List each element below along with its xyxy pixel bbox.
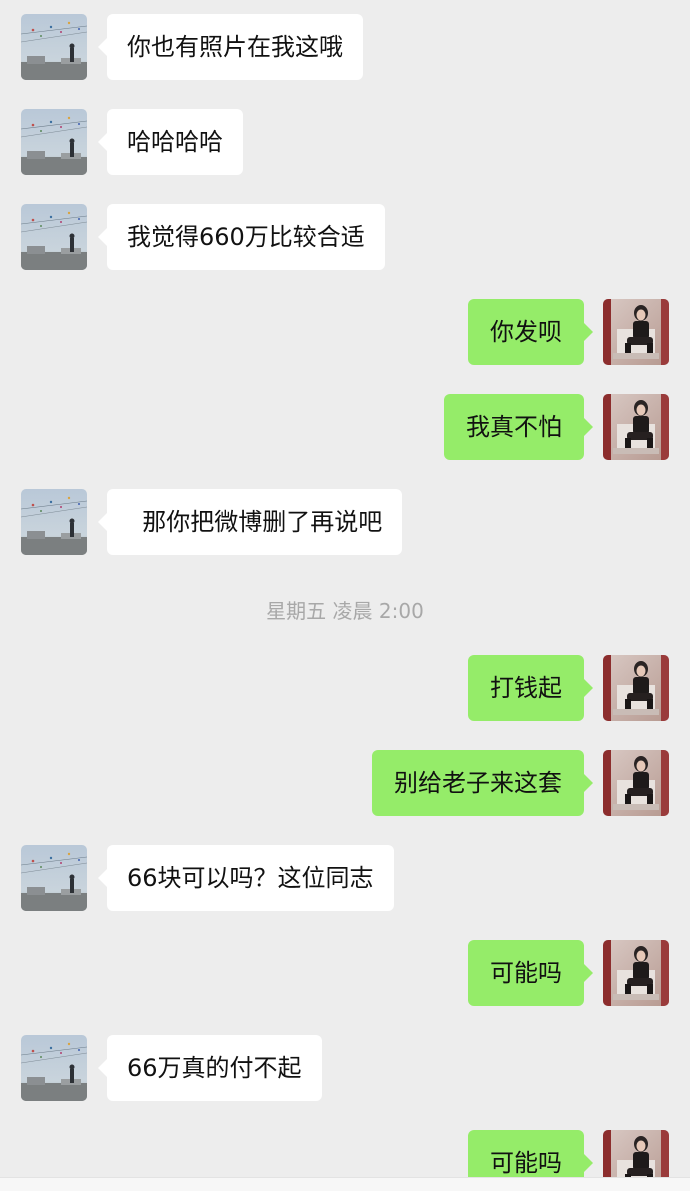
incoming-message: 那你把微博删了再说吧 xyxy=(0,489,690,555)
my-avatar[interactable] xyxy=(603,299,669,365)
input-bar-edge xyxy=(0,1177,690,1191)
my-avatar[interactable] xyxy=(603,940,669,1006)
message-bubble[interactable]: 我真不怕 xyxy=(444,394,593,460)
outgoing-message: 别给老子来这套 xyxy=(0,750,690,816)
message-bubble[interactable]: 别给老子来这套 xyxy=(372,750,593,816)
incoming-message: 66块可以吗？这位同志 xyxy=(0,845,690,911)
outgoing-message: 可能吗 xyxy=(0,940,690,1006)
my-avatar[interactable] xyxy=(603,750,669,816)
outgoing-message: 打钱起 xyxy=(0,655,690,721)
message-bubble[interactable]: 你发呗 xyxy=(468,299,593,365)
message-bubble[interactable]: 我觉得660万比较合适 xyxy=(98,204,385,270)
message-bubble[interactable]: 你也有照片在我这哦 xyxy=(98,14,363,80)
message-bubble[interactable]: 打钱起 xyxy=(468,655,593,721)
outgoing-message: 你发呗 xyxy=(0,299,690,365)
contact-avatar[interactable] xyxy=(21,845,87,911)
message-bubble[interactable]: 可能吗 xyxy=(468,940,593,1006)
my-avatar[interactable] xyxy=(603,394,669,460)
message-bubble[interactable]: 66块可以吗？这位同志 xyxy=(98,845,394,911)
message-bubble[interactable]: 那你把微博删了再说吧 xyxy=(97,489,403,555)
contact-avatar[interactable] xyxy=(21,489,87,555)
chat-message-list[interactable]: 星期五 凌晨 2:00 你也有照片在我这哦 哈哈哈哈我觉得660万比较合适你发呗我… xyxy=(0,0,690,1191)
my-avatar[interactable] xyxy=(603,655,669,721)
contact-avatar[interactable] xyxy=(21,204,87,270)
contact-avatar[interactable] xyxy=(21,1035,87,1101)
message-bubble[interactable]: 66万真的付不起 xyxy=(98,1035,322,1101)
contact-avatar[interactable] xyxy=(21,109,87,175)
contact-avatar[interactable] xyxy=(21,14,87,80)
incoming-message: 我觉得660万比较合适 xyxy=(0,204,690,270)
incoming-message: 66万真的付不起 xyxy=(0,1035,690,1101)
incoming-message: 哈哈哈哈 xyxy=(0,109,690,175)
message-timestamp: 星期五 凌晨 2:00 xyxy=(266,599,424,623)
message-bubble[interactable]: 哈哈哈哈 xyxy=(98,109,243,175)
incoming-message: 你也有照片在我这哦 xyxy=(0,14,690,80)
outgoing-message: 我真不怕 xyxy=(0,394,690,460)
